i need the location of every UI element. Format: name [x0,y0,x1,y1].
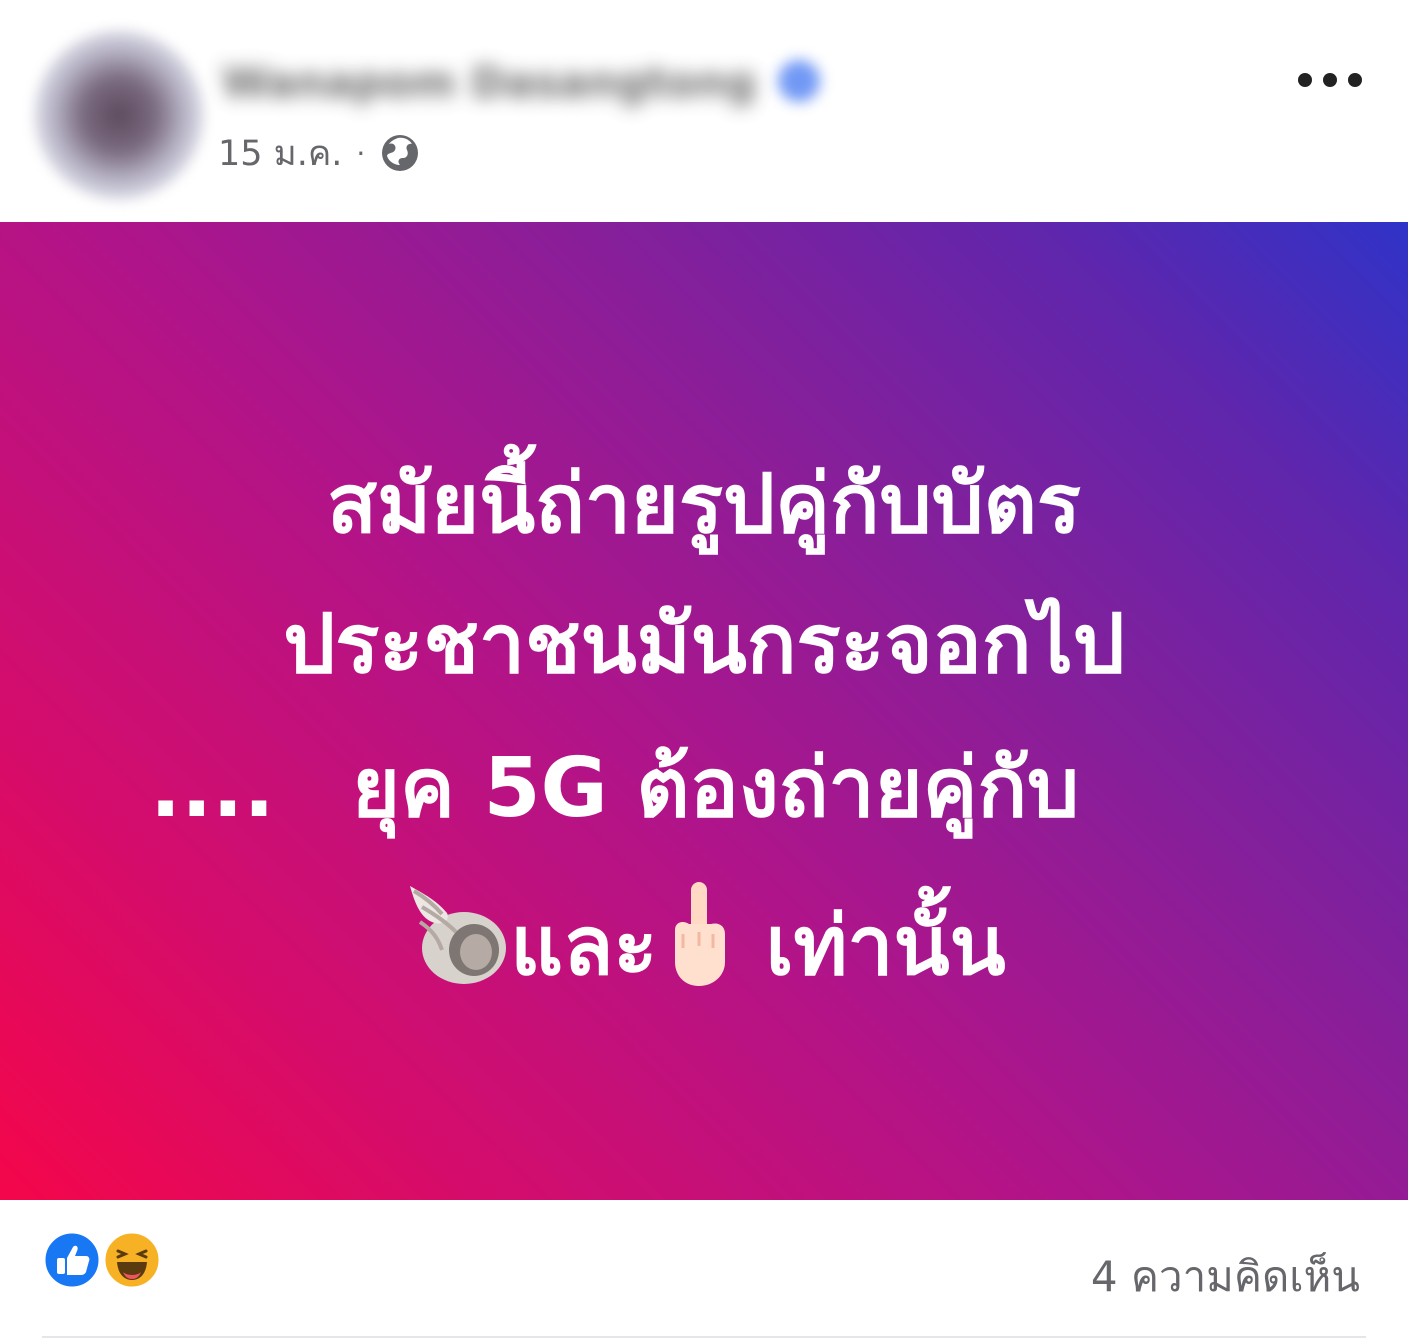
facebook-post: Wanapom Dasangtong 15 ม.ค. · สมัยนี้ถ่าย… [0,0,1408,1341]
author-name[interactable]: Wanapom Dasangtong [222,58,782,112]
post-text-and: และ [510,899,658,994]
verified-badge-icon [778,60,820,102]
post-text-line-2: ประชาชนมันกระจอกไป [283,597,1125,692]
globe-icon [382,135,419,171]
post-header: Wanapom Dasangtong 15 ม.ค. · [0,0,1408,222]
post-text: สมัยนี้ถ่ายรูปคู่กับบัตร ประชาชนมันกระจอ… [0,222,1408,1200]
like-icon [42,1230,102,1290]
haha-icon [102,1230,162,1290]
middle-finger-icon [675,882,726,986]
avatar[interactable] [34,30,204,200]
reaction-summary[interactable] [42,1230,172,1290]
more-options-button[interactable] [1292,60,1368,100]
post-text-line-1: สมัยนี้ถ่ายรูปคู่กับบัตร [327,457,1081,552]
post-text-dots: .... [150,741,275,836]
post-text-line-4: และ เท่านั้น [0,878,1408,1002]
post-timestamp[interactable]: 15 ม.ค. [218,126,342,181]
shell-icon [410,886,507,984]
post-meta: 15 ม.ค. · [218,128,421,178]
post-footer: 4 ความคิดเห็น [0,1200,1408,1341]
post-text-only: เท่านั้น [765,899,1006,994]
post-text-line-3: ยุค 5G ต้องถ่ายคู่กับ [352,741,1080,836]
footer-divider [42,1336,1366,1338]
comment-count-link[interactable]: 4 ความคิดเห็น [1091,1244,1360,1310]
meta-separator: · [356,136,366,170]
post-background-card: สมัยนี้ถ่ายรูปคู่กับบัตร ประชาชนมันกระจอ… [0,222,1408,1200]
more-icon [1298,73,1312,87]
